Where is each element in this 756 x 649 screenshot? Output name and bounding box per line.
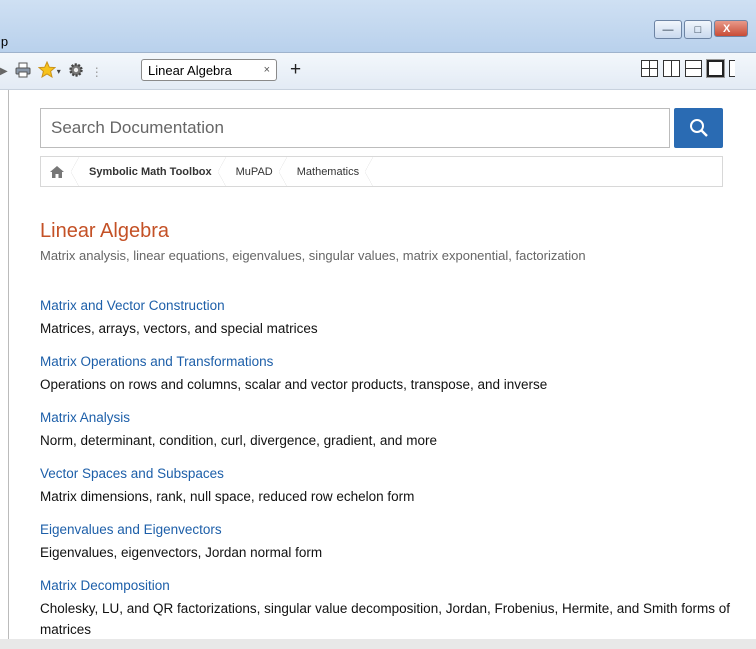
page-title: Linear Algebra [40,220,169,242]
page-subtitle: Matrix analysis, linear equations, eigen… [40,248,586,263]
new-tab-button[interactable]: + [290,60,301,80]
help-toolbar: ▶ ▾ ⋮ Linear Algebra × + [0,53,756,90]
list-item: Vector Spaces and Subspaces Matrix dimen… [40,466,740,507]
list-item: Eigenvalues and Eigenvectors Eigenvalues… [40,522,740,563]
documentation-content: Search Documentation Symbolic Math Toolb… [8,90,756,639]
breadcrumb: Symbolic Math Toolbox MuPAD Mathematics [40,156,723,187]
home-icon [50,165,64,178]
search-button[interactable] [674,108,723,148]
section-description: Eigenvalues, eigenvectors, Jordan normal… [40,545,323,560]
overflow-layout-icon[interactable] [729,60,735,77]
breadcrumb-item[interactable]: Symbolic Math Toolbox [79,157,226,186]
section-description: Matrix dimensions, rank, null space, red… [40,489,415,504]
maximize-button[interactable]: □ [684,20,712,39]
close-button[interactable]: X [714,20,748,37]
tile-grid-icon[interactable] [641,60,658,77]
print-icon[interactable] [15,62,31,82]
search-input[interactable]: Search Documentation [40,108,670,148]
section-link[interactable]: Eigenvalues and Eigenvectors [40,522,740,537]
minimize-button[interactable]: — [654,20,682,39]
section-description: Norm, determinant, condition, curl, dive… [40,433,437,448]
list-item: Matrix Decomposition Cholesky, LU, and Q… [40,578,740,640]
search-icon [689,119,708,137]
breadcrumb-item[interactable]: MuPAD [226,157,287,186]
layout-icons [641,60,735,77]
window-title: lp [0,34,9,49]
toolbar-icons: ▶ ▾ ⋮ [0,60,103,82]
section-description: Operations on rows and columns, scalar a… [40,377,548,392]
tab-close-icon[interactable]: × [264,64,270,76]
section-link[interactable]: Vector Spaces and Subspaces [40,466,740,481]
section-link[interactable]: Matrix Operations and Transformations [40,354,740,369]
split-vertical-icon[interactable] [663,60,680,77]
section-link[interactable]: Matrix Analysis [40,410,740,425]
section-link[interactable]: Matrix Decomposition [40,578,740,593]
grip-icon: ⋮ [90,64,103,79]
favorites-star-icon[interactable] [37,60,56,82]
tab-label: Linear Algebra [148,62,232,78]
window-controls: — □ X [654,20,748,39]
single-view-icon[interactable] [707,60,724,77]
list-item: Matrix Analysis Norm, determinant, condi… [40,410,740,451]
section-description: Matrices, arrays, vectors, and special m… [40,321,318,336]
section-description: Cholesky, LU, and QR factorizations, sin… [40,601,731,637]
breadcrumb-home[interactable] [41,157,79,186]
chevron-down-icon[interactable]: ▾ [57,67,61,76]
status-strip [0,639,756,649]
tab-linear-algebra[interactable]: Linear Algebra × [141,59,277,81]
gear-icon[interactable] [68,62,84,82]
window-titlebar: lp — □ X [0,0,756,53]
breadcrumb-item[interactable]: Mathematics [287,157,374,186]
section-link[interactable]: Matrix and Vector Construction [40,298,740,313]
forward-icon[interactable]: ▶ [0,66,8,77]
split-horizontal-icon[interactable] [685,60,702,77]
list-item: Matrix and Vector Construction Matrices,… [40,298,740,339]
list-item: Matrix Operations and Transformations Op… [40,354,740,395]
